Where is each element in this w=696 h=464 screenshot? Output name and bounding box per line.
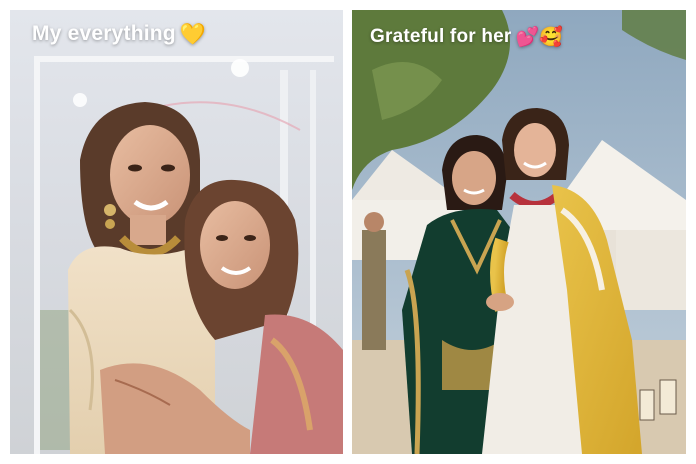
right-caption-text: Grateful for her	[370, 26, 512, 47]
right-story-panel[interactable]: Grateful for her 💕🥰	[352, 10, 686, 454]
yellow-heart-icon: 💛	[179, 22, 207, 46]
heart-and-smiling-face-icon: 💕🥰	[515, 26, 564, 48]
left-story-panel[interactable]: My everything 💛	[10, 10, 343, 454]
right-story-photo	[352, 10, 686, 454]
left-story-caption: My everything 💛	[32, 22, 206, 46]
left-story-photo	[10, 10, 343, 454]
left-caption-text: My everything	[32, 22, 176, 45]
right-story-caption: Grateful for her 💕🥰	[370, 26, 563, 48]
